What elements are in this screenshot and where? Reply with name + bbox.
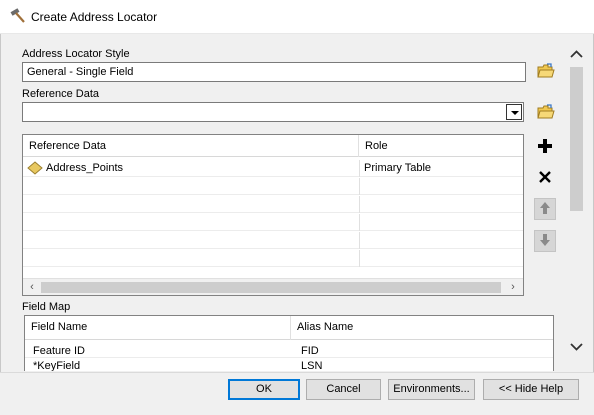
table-row[interactable]: Feature ID FID [25, 341, 553, 358]
table-row[interactable] [23, 232, 523, 249]
scrollbar-thumb[interactable] [41, 282, 501, 293]
scrollbar-thumb[interactable] [570, 67, 583, 211]
vertical-scrollbar[interactable] [568, 44, 585, 360]
add-reference-data-button[interactable] [534, 136, 556, 158]
chevron-down-icon[interactable] [506, 104, 522, 120]
open-folder-icon [537, 62, 555, 82]
reference-data-dropdown[interactable] [22, 102, 524, 122]
hammer-icon [9, 7, 27, 25]
move-up-button[interactable] [534, 198, 556, 220]
title-bar: Create Address Locator [0, 0, 594, 34]
chevron-right-icon[interactable]: › [507, 281, 519, 294]
table-row[interactable]: *KeyField LSN [25, 358, 553, 371]
field-map-header: Field Name Alias Name [25, 316, 553, 340]
column-header-field-name[interactable]: Field Name [25, 316, 291, 340]
reference-data-table: Reference Data Role Address_Points Prima… [22, 134, 524, 296]
arrow-down-icon [539, 233, 551, 250]
locator-style-label: Address Locator Style [22, 48, 130, 60]
reference-data-browse-button[interactable] [535, 102, 557, 124]
chevron-up-icon[interactable] [568, 46, 585, 63]
row-field-name: *KeyField [33, 360, 81, 371]
table-header: Reference Data Role [23, 135, 523, 157]
horizontal-scrollbar[interactable]: ‹ › [23, 278, 523, 295]
hide-help-button[interactable]: << Hide Help [483, 379, 579, 400]
reference-data-label: Reference Data [22, 88, 100, 100]
row-alias-name: LSN [301, 360, 323, 371]
remove-reference-data-button[interactable] [534, 167, 556, 189]
chevron-left-icon[interactable]: ‹ [26, 281, 38, 294]
table-row[interactable] [23, 250, 523, 267]
window-title: Create Address Locator [31, 10, 158, 24]
column-header-role[interactable]: Role [359, 135, 523, 157]
row-reference-data: Address_Points [46, 162, 124, 174]
table-row[interactable] [23, 196, 523, 213]
point-feature-class-icon [27, 161, 43, 178]
field-map-label: Field Map [22, 301, 71, 313]
x-icon [539, 170, 551, 186]
environments-button[interactable]: Environments... [388, 379, 475, 400]
move-down-button[interactable] [534, 230, 556, 252]
locator-style-field[interactable]: General - Single Field [22, 62, 526, 82]
row-role: Primary Table [359, 160, 435, 177]
table-row[interactable] [23, 178, 523, 195]
cancel-button[interactable]: Cancel [306, 379, 381, 400]
chevron-down-icon[interactable] [568, 338, 585, 355]
arrow-up-icon [539, 201, 551, 218]
field-map-table: Field Name Alias Name Feature ID FID *Ke… [24, 315, 554, 371]
column-header-reference-data[interactable]: Reference Data [23, 135, 359, 157]
ok-button[interactable]: OK [228, 379, 300, 400]
column-header-alias-name[interactable]: Alias Name [291, 316, 553, 340]
table-row[interactable] [23, 214, 523, 231]
plus-icon [538, 138, 552, 156]
locator-style-browse-button[interactable] [535, 61, 557, 83]
table-row[interactable]: Address_Points Primary Table [23, 160, 523, 177]
open-folder-icon [537, 103, 555, 123]
